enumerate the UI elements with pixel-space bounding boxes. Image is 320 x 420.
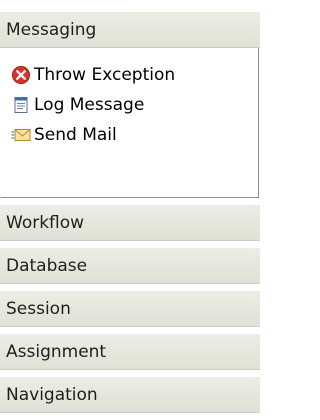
tool-label: Send Mail xyxy=(34,125,117,145)
tool-log-message[interactable]: Log Message xyxy=(1,90,258,120)
drawer-assignment[interactable]: Assignment xyxy=(0,334,260,370)
tool-send-mail[interactable]: Send Mail xyxy=(1,120,258,150)
palette: Messaging Throw Exception Log Message Se… xyxy=(0,0,260,420)
log-message-icon xyxy=(11,95,31,115)
tool-label: Throw Exception xyxy=(34,65,176,85)
drawer-database[interactable]: Database xyxy=(0,248,260,284)
drawer-session[interactable]: Session xyxy=(0,291,260,327)
error-icon xyxy=(11,65,31,85)
drawer-navigation[interactable]: Navigation xyxy=(0,377,260,413)
drawer-messaging[interactable]: Messaging xyxy=(0,12,260,48)
tool-label: Log Message xyxy=(34,95,145,115)
messaging-tool-list: Throw Exception Log Message Send Mail xyxy=(0,48,259,198)
tool-throw-exception[interactable]: Throw Exception xyxy=(1,60,258,90)
mail-icon xyxy=(11,125,31,145)
drawer-workflow[interactable]: Workflow xyxy=(0,205,260,241)
